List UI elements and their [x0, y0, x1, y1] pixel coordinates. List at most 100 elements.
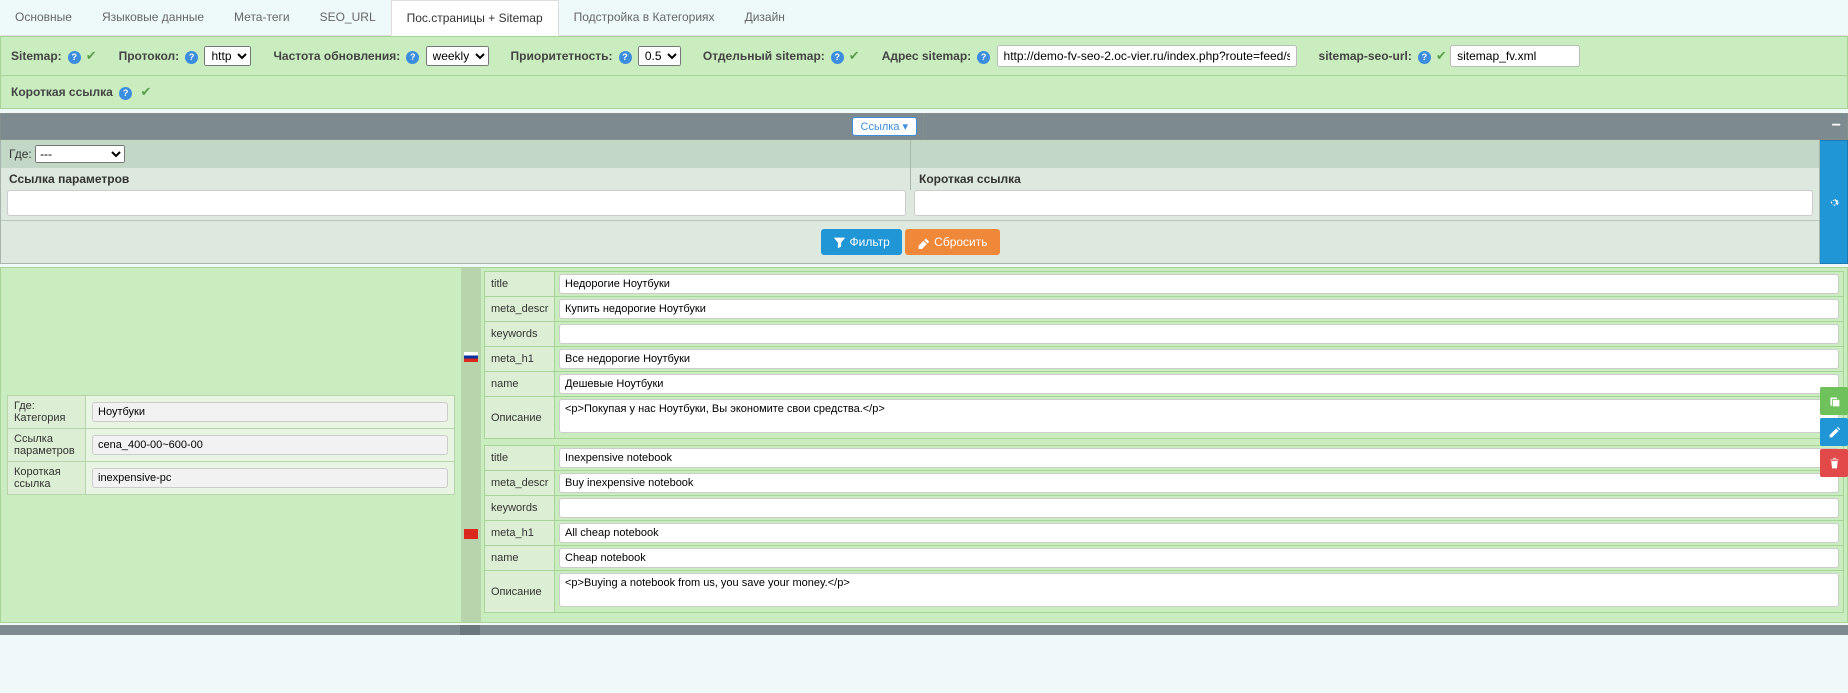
- freq-select[interactable]: weekly: [426, 46, 489, 66]
- record-left: Где:Категория Ссылкапараметров Короткаяс…: [1, 268, 461, 622]
- tab-basic[interactable]: Основные: [0, 0, 87, 35]
- help-icon[interactable]: ?: [619, 51, 632, 64]
- input-gde[interactable]: [92, 402, 448, 422]
- short-link-label: Короткая ссылка: [11, 85, 113, 99]
- chevron-down-icon: ▾: [902, 120, 908, 133]
- funnel-icon: [833, 236, 846, 249]
- lbl-metah1: meta_h1: [485, 521, 555, 546]
- check-icon: ✔: [1436, 48, 1447, 63]
- prio-select[interactable]: 0.5: [638, 46, 681, 66]
- pencil-icon: [1828, 426, 1841, 439]
- sitemap-label: Sitemap:: [11, 49, 62, 63]
- flag-en-icon: [464, 529, 478, 539]
- help-icon[interactable]: ?: [406, 51, 419, 64]
- lbl-gde: Где:Категория: [8, 396, 86, 429]
- filter-buttons: Фильтр Сбросить: [1, 220, 1819, 263]
- input-title-ru[interactable]: [559, 274, 1839, 294]
- check-icon: ✔: [141, 84, 152, 99]
- input-title-en[interactable]: [559, 448, 1839, 468]
- help-icon[interactable]: ?: [68, 51, 81, 64]
- input-desc-ru[interactable]: [559, 399, 1839, 433]
- addr-label: Адрес sitemap:: [882, 49, 971, 63]
- edit-button[interactable]: [1820, 418, 1848, 446]
- short-link-row: Короткая ссылка ? ✔: [0, 76, 1848, 109]
- delete-button[interactable]: [1820, 449, 1848, 477]
- eraser-icon: [917, 236, 930, 249]
- help-icon[interactable]: ?: [185, 51, 198, 64]
- lbl-keywords: keywords: [485, 322, 555, 347]
- copy-icon: [1828, 395, 1841, 408]
- seo-url-input[interactable]: [1450, 45, 1580, 67]
- tab-sitemap[interactable]: Пос.страницы + Sitemap: [391, 0, 559, 36]
- link-type-select[interactable]: Ссылка▾: [852, 117, 917, 136]
- settings-side-button[interactable]: [1820, 140, 1848, 264]
- lbl-metadescr: meta_descr: [485, 297, 555, 322]
- help-icon[interactable]: ?: [977, 51, 990, 64]
- help-icon[interactable]: ?: [119, 87, 132, 100]
- reset-button[interactable]: Сбросить: [905, 229, 999, 255]
- lbl-param: Ссылкапараметров: [8, 429, 86, 462]
- prio-label: Приоритетность:: [511, 49, 613, 63]
- lbl-title: title: [485, 272, 555, 297]
- tabs-bar: Основные Языковые данные Мета-теги SEO_U…: [0, 0, 1848, 36]
- record-wrap: Где:Категория Ссылкапараметров Короткаяс…: [0, 267, 1848, 623]
- lbl-desc: Описание: [485, 571, 555, 613]
- input-metadescr-ru[interactable]: [559, 299, 1839, 319]
- check-icon: ✔: [849, 48, 860, 63]
- lbl-desc: Описание: [485, 397, 555, 439]
- lang-block-ru: title meta_descr keywords meta_h1 name О…: [484, 271, 1844, 439]
- lbl-title: title: [485, 446, 555, 471]
- record-info-table: Где:Категория Ссылкапараметров Короткаяс…: [7, 395, 455, 495]
- short-link-input[interactable]: [914, 190, 1813, 216]
- param-link-input[interactable]: [7, 190, 906, 216]
- tab-lang[interactable]: Языковые данные: [87, 0, 219, 35]
- input-metah1-en[interactable]: [559, 523, 1839, 543]
- input-metadescr-en[interactable]: [559, 473, 1839, 493]
- record-action-buttons: [1820, 387, 1848, 477]
- tab-design[interactable]: Дизайн: [730, 0, 800, 35]
- help-icon[interactable]: ?: [831, 51, 844, 64]
- input-keywords-en[interactable]: [559, 498, 1839, 518]
- flag-ru-icon: [464, 352, 478, 362]
- filter-head-right: [910, 140, 1819, 168]
- input-name-en[interactable]: [559, 548, 1839, 568]
- flag-column: [461, 268, 481, 622]
- gde-select[interactable]: ---: [35, 145, 125, 163]
- input-param[interactable]: [92, 435, 448, 455]
- check-icon: ✔: [86, 48, 97, 63]
- section-header-left: Ссылка▾: [1, 114, 924, 139]
- help-icon[interactable]: ?: [1418, 51, 1431, 64]
- filter-block: Где: --- Ссылка параметров Короткая ссыл…: [0, 140, 1820, 264]
- seo-url-label: sitemap-seo-url:: [1319, 49, 1412, 63]
- lbl-keywords: keywords: [485, 496, 555, 521]
- record-right: title meta_descr keywords meta_h1 name О…: [481, 268, 1847, 622]
- gde-cell: Где: ---: [1, 140, 910, 168]
- input-metah1-ru[interactable]: [559, 349, 1839, 369]
- tab-categories[interactable]: Подстройка в Категориях: [559, 0, 730, 35]
- input-keywords-ru[interactable]: [559, 324, 1839, 344]
- lbl-name: name: [485, 546, 555, 571]
- collapse-icon[interactable]: −: [1832, 117, 1841, 134]
- filter-button[interactable]: Фильтр: [821, 229, 902, 255]
- tab-seourl[interactable]: SEO_URL: [305, 0, 391, 35]
- lbl-short: Короткаяссылка: [8, 462, 86, 495]
- short-link-header: Короткая ссылка: [910, 168, 1819, 190]
- copy-button[interactable]: [1820, 387, 1848, 415]
- input-short[interactable]: [92, 468, 448, 488]
- trash-icon: [1828, 457, 1841, 470]
- bottom-bar: [0, 625, 1848, 635]
- lbl-metadescr: meta_descr: [485, 471, 555, 496]
- section-header-bar: Ссылка▾ −: [0, 113, 1848, 140]
- protocol-label: Протокол:: [119, 49, 180, 63]
- gde-label: Где:: [9, 147, 32, 161]
- input-name-ru[interactable]: [559, 374, 1839, 394]
- lbl-metah1: meta_h1: [485, 347, 555, 372]
- lang-block-en: title meta_descr keywords meta_h1 name О…: [484, 445, 1844, 613]
- addr-input[interactable]: [997, 45, 1297, 67]
- lbl-name: name: [485, 372, 555, 397]
- freq-label: Частота обновления:: [273, 49, 400, 63]
- protocol-select[interactable]: http: [204, 46, 251, 66]
- sitemap-options: Sitemap:? ✔ Протокол:? http Частота обнов…: [0, 36, 1848, 76]
- input-desc-en[interactable]: [559, 573, 1839, 607]
- tab-meta[interactable]: Мета-теги: [219, 0, 305, 35]
